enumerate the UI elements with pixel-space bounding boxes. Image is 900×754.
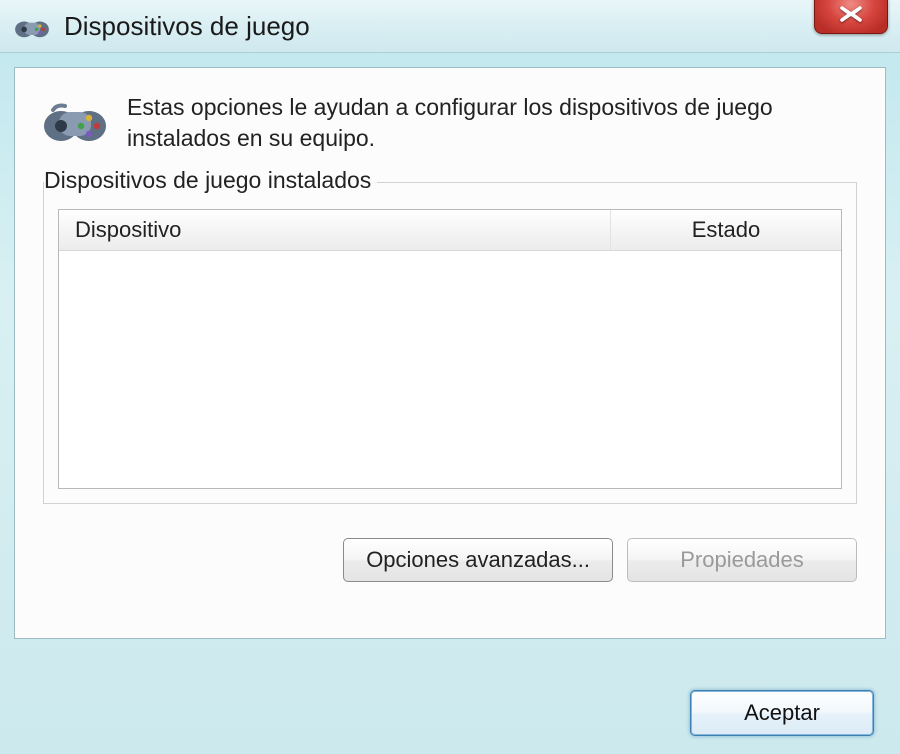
properties-button: Propiedades (627, 538, 857, 582)
close-icon (838, 6, 864, 27)
window-title: Dispositivos de juego (64, 11, 310, 42)
column-header-device[interactable]: Dispositivo (59, 210, 611, 250)
installed-devices-group: Dispositivos de juego instalados Disposi… (43, 182, 857, 504)
device-list[interactable]: Dispositivo Estado (58, 209, 842, 489)
dialog-body: Estas opciones le ayudan a configurar lo… (14, 67, 886, 639)
intro-text: Estas opciones le ayudan a configurar lo… (127, 92, 857, 154)
titlebar: Dispositivos de juego (0, 0, 900, 53)
close-button[interactable] (814, 0, 888, 34)
gamepad-icon (14, 12, 50, 40)
intro-row: Estas opciones le ayudan a configurar lo… (43, 92, 857, 154)
accept-button[interactable]: Aceptar (690, 690, 874, 736)
list-header: Dispositivo Estado (59, 210, 841, 251)
advanced-options-button[interactable]: Opciones avanzadas... (343, 538, 613, 582)
gamepad-icon (43, 94, 107, 146)
list-body[interactable] (59, 251, 841, 489)
group-label: Dispositivos de juego instalados (44, 167, 377, 194)
column-header-status[interactable]: Estado (611, 210, 841, 250)
panel-button-row: Opciones avanzadas... Propiedades (43, 538, 857, 582)
dialog-footer: Aceptar (690, 690, 874, 736)
